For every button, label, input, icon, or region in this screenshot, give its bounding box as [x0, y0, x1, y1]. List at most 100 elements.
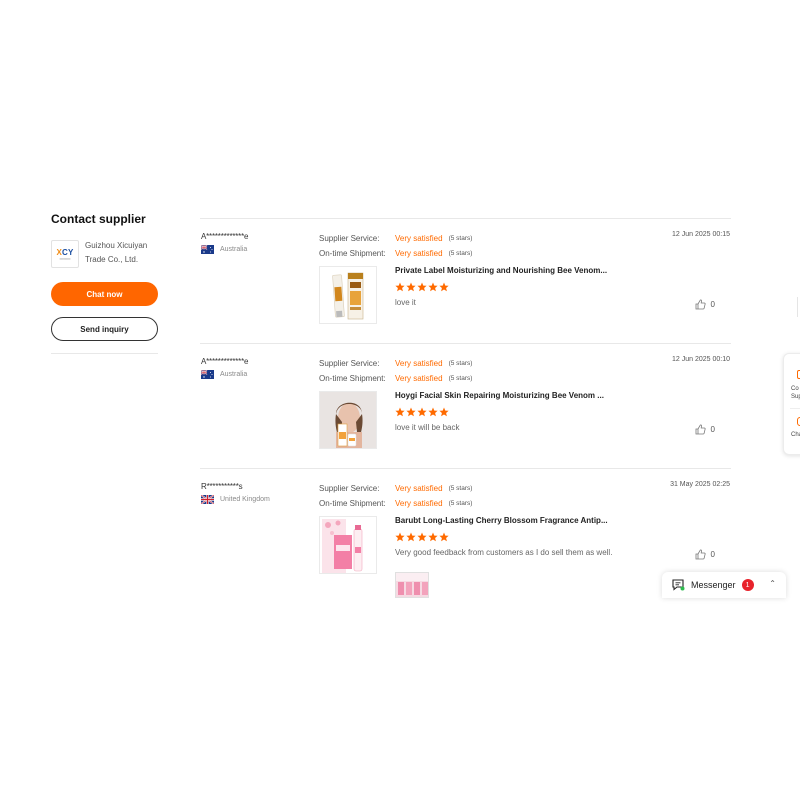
star-icon: [428, 532, 438, 542]
side-divider: [790, 408, 800, 409]
ontime-shipment-label: On-time Shipment:: [319, 499, 386, 508]
reviewer-country: Australia: [201, 245, 247, 254]
product-image-art: [320, 392, 376, 448]
like-button[interactable]: 0: [695, 299, 715, 310]
star-icon: [417, 532, 427, 542]
like-count: 0: [710, 550, 715, 559]
review-item: R***********s United Kingdom Supplier Se…: [200, 469, 731, 629]
star-icon: [417, 407, 427, 417]
product-image-art: [320, 267, 376, 323]
chevron-up-icon[interactable]: ⌃: [769, 579, 776, 588]
supplier-service-stars: (5 stars): [448, 485, 473, 492]
thumbs-up-icon: [695, 299, 706, 310]
country-label: Australia: [220, 371, 248, 378]
reviewer-name: R***********s: [201, 482, 243, 491]
star-icon: [439, 282, 449, 292]
floating-side-panel: Co Sup Cha: [783, 353, 800, 455]
supplier-service-value: Very satisfied: [395, 484, 443, 493]
unread-badge: 1: [741, 579, 754, 591]
star-icon: [406, 407, 416, 417]
side-item-contact-label-1: Co: [791, 386, 799, 392]
flag-australia-icon: [201, 245, 214, 254]
star-icon: [395, 407, 405, 417]
supplier-service-label: Supplier Service:: [319, 234, 380, 243]
review-item: A*************e Australia Supplier Servi…: [200, 219, 731, 344]
ontime-shipment-value: Very satisfied: [395, 249, 443, 258]
star-icon: [439, 532, 449, 542]
reviewer-country: Australia: [201, 370, 247, 379]
review-photo-art: [396, 573, 428, 597]
messenger-bar[interactable]: Messenger 1 ⌃: [662, 572, 786, 598]
thumbs-up-icon: [695, 549, 706, 560]
chat-now-button[interactable]: Chat now: [51, 282, 158, 306]
side-item-chat-label: Cha: [791, 432, 800, 438]
star-icon: [406, 532, 416, 542]
star-icon: [406, 282, 416, 292]
review-ratings: Supplier Service: Very satisfied (5 stars)…: [319, 356, 472, 386]
review-ratings: Supplier Service: Very satisfied (5 stars)…: [319, 481, 472, 511]
divider: [51, 353, 158, 354]
product-title[interactable]: Private Label Moisturizing and Nourishin…: [395, 266, 607, 275]
flag-australia-icon: [201, 370, 214, 379]
supplier-service-value: Very satisfied: [395, 234, 443, 243]
star-icon: [395, 532, 405, 542]
star-icon: [428, 282, 438, 292]
supplier-logo[interactable]: XCY ━━━━━━: [51, 240, 79, 268]
ontime-shipment-stars: (5 stars): [448, 375, 473, 382]
like-count: 0: [710, 300, 715, 309]
review-stars: [395, 532, 450, 542]
review-stars: [395, 407, 450, 417]
supplier-info: XCY ━━━━━━ Guizhou Xicuiyan Trade Co., L…: [51, 240, 158, 268]
contact-supplier-title: Contact supplier: [51, 212, 146, 226]
ontime-shipment-stars: (5 stars): [448, 250, 473, 257]
ontime-shipment-label: On-time Shipment:: [319, 374, 386, 383]
review-date: 31 May 2025 02:25: [670, 481, 730, 488]
side-item-contact-label-2: Sup: [791, 394, 800, 400]
ontime-shipment-value: Very satisfied: [395, 374, 443, 383]
product-image[interactable]: [319, 516, 377, 574]
product-image-art: [320, 517, 376, 573]
supplier-name[interactable]: Guizhou Xicuiyan Trade Co., Ltd.: [85, 239, 147, 267]
review-comment: Very good feedback from customers as I d…: [395, 548, 613, 557]
thumbs-up-icon: [695, 424, 706, 435]
product-image[interactable]: [319, 391, 377, 449]
product-title[interactable]: Barubt Long-Lasting Cherry Blossom Fragr…: [395, 516, 608, 525]
supplier-name-line1: Guizhou Xicuiyan: [85, 241, 148, 250]
star-icon: [439, 407, 449, 417]
star-icon: [395, 282, 405, 292]
logo-text-cy: CY: [62, 247, 74, 257]
supplier-service-label: Supplier Service:: [319, 484, 380, 493]
product-title[interactable]: Hoygi Facial Skin Repairing Moisturizing…: [395, 391, 604, 400]
like-button[interactable]: 0: [695, 424, 715, 435]
review-photo-thumbnail[interactable]: [395, 572, 429, 598]
review-item: A*************e Australia Supplier Servi…: [200, 344, 731, 469]
review-date: 12 Jun 2025 00:15: [672, 231, 730, 238]
flag-uk-icon: [201, 495, 214, 504]
like-count: 0: [710, 425, 715, 434]
like-button[interactable]: 0: [695, 549, 715, 560]
supplier-service-stars: (5 stars): [448, 360, 473, 367]
messenger-label: Messenger: [691, 580, 736, 590]
review-comment: love it: [395, 298, 416, 307]
star-icon: [417, 282, 427, 292]
product-image[interactable]: [319, 266, 377, 324]
send-inquiry-button[interactable]: Send inquiry: [51, 317, 158, 341]
review-comment: love it will be back: [395, 423, 460, 432]
country-label: United Kingdom: [220, 496, 270, 503]
ontime-shipment-stars: (5 stars): [448, 500, 473, 507]
messenger-icon: [672, 579, 685, 591]
reviewer-name: A*************e: [201, 232, 249, 241]
review-ratings: Supplier Service: Very satisfied (5 stars)…: [319, 231, 472, 261]
supplier-service-stars: (5 stars): [448, 235, 473, 242]
reviewer-name: A*************e: [201, 357, 249, 366]
contact-supplier-card: Contact supplier XCY ━━━━━━ Guizhou Xicu…: [51, 212, 158, 354]
review-stars: [395, 282, 450, 292]
review-list: A*************e Australia Supplier Servi…: [200, 218, 731, 629]
side-item-contact[interactable]: Co Sup: [791, 385, 800, 401]
side-item-chat[interactable]: Cha: [791, 431, 800, 439]
supplier-name-line2: Trade Co., Ltd.: [85, 255, 139, 264]
ontime-shipment-label: On-time Shipment:: [319, 249, 386, 258]
star-icon: [428, 407, 438, 417]
review-date: 12 Jun 2025 00:10: [672, 356, 730, 363]
country-label: Australia: [220, 246, 248, 253]
